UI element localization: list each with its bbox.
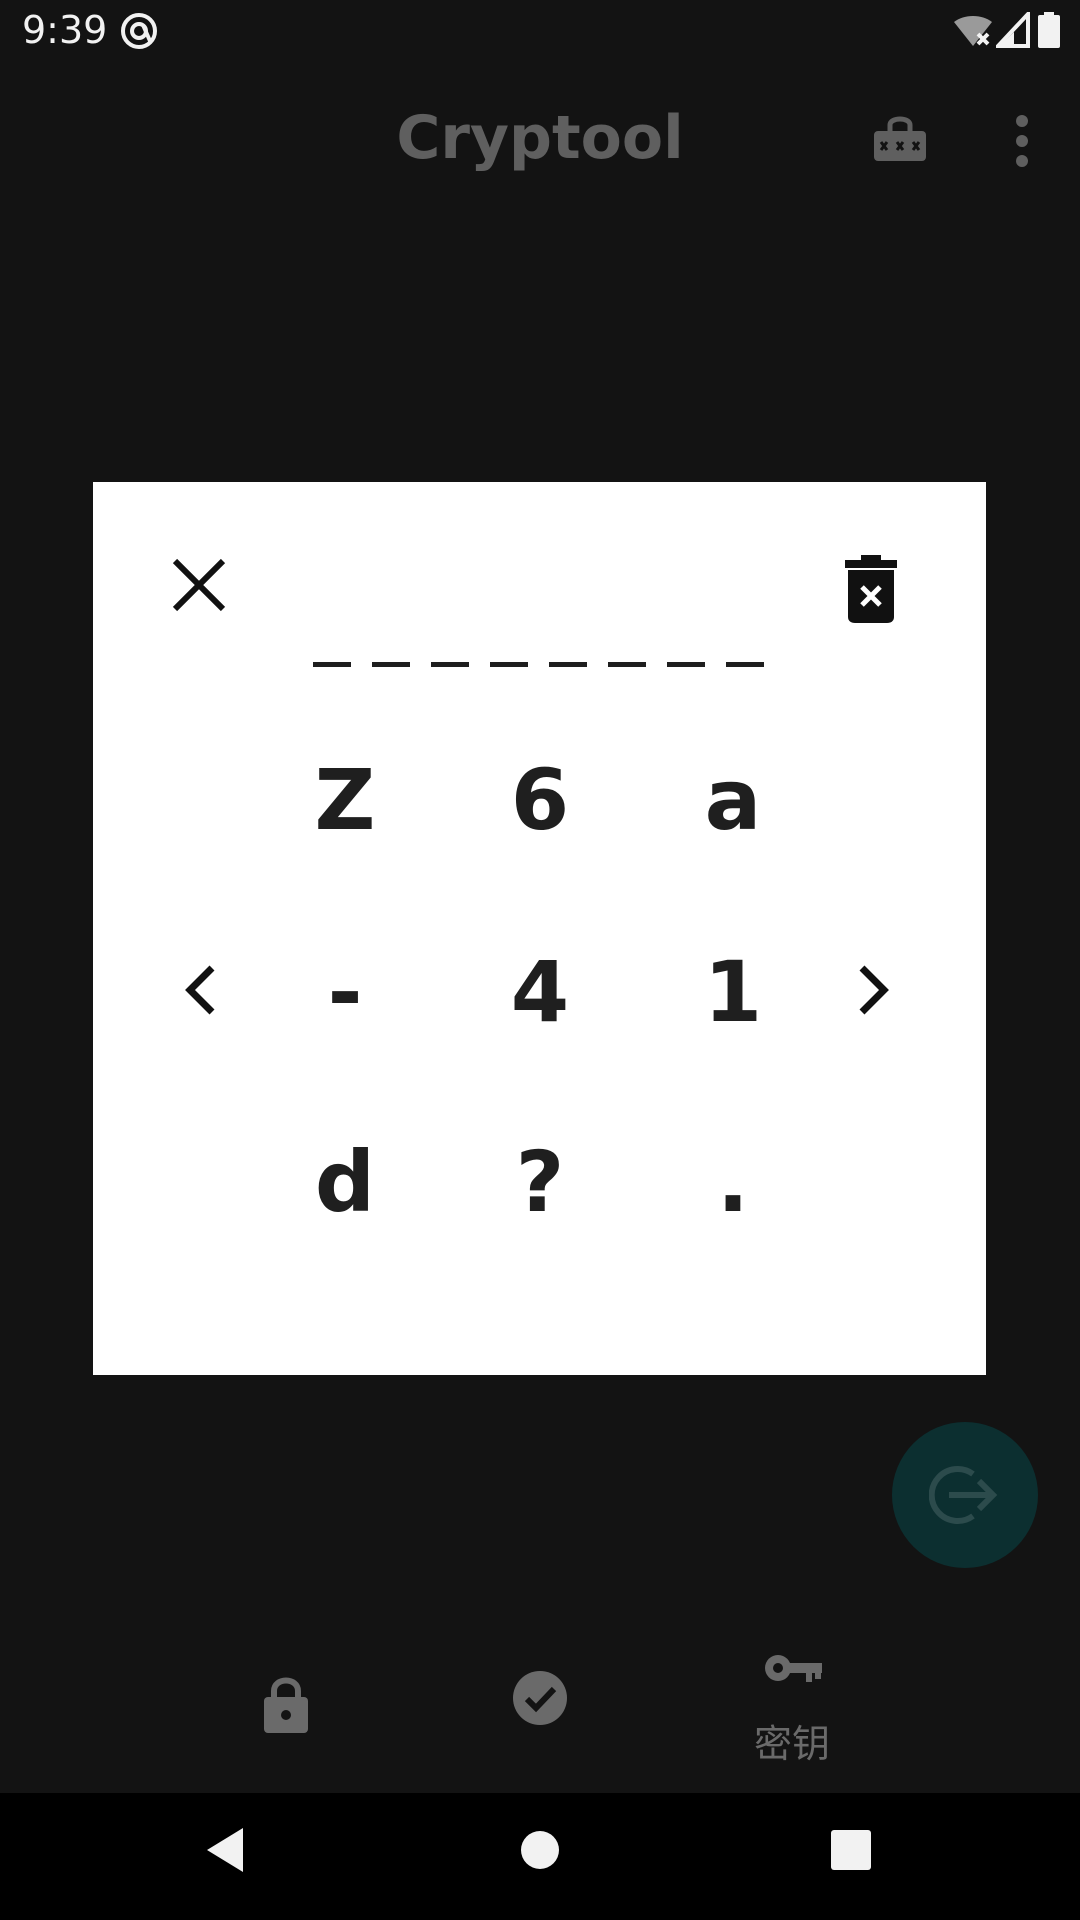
- screen: 9:39 Cryptool 密钥 Z 6 a - 4 1 d ? .: [0, 0, 1080, 1920]
- close-icon[interactable]: [171, 557, 227, 613]
- system-nav-bar: [0, 1793, 1080, 1920]
- pin-slots: [313, 662, 773, 674]
- status-time: 9:39: [22, 8, 108, 52]
- pin-slot: [726, 662, 764, 667]
- key-button[interactable]: d: [285, 1122, 405, 1242]
- logout-icon: [929, 1466, 998, 1524]
- nav-item-key[interactable]: 密钥: [702, 1625, 882, 1793]
- pin-slot: [313, 662, 351, 667]
- delete-forever-icon[interactable]: [845, 555, 897, 623]
- status-bar: 9:39: [0, 0, 1080, 63]
- key-button[interactable]: .: [673, 1122, 793, 1242]
- key-button[interactable]: ?: [480, 1122, 600, 1242]
- bottom-nav: 密钥: [0, 1625, 1080, 1793]
- key-button[interactable]: -: [285, 932, 405, 1052]
- battery-icon: [1038, 12, 1060, 48]
- app-bar: Cryptool: [0, 63, 1080, 218]
- key-button[interactable]: 1: [673, 932, 793, 1052]
- pin-slot: [549, 662, 587, 667]
- key-button[interactable]: a: [673, 740, 793, 860]
- key-button[interactable]: 6: [480, 740, 600, 860]
- lock-icon: [264, 1677, 308, 1733]
- nav-item-lock[interactable]: [196, 1625, 376, 1793]
- nav-item-key-label: 密钥: [753, 1722, 830, 1766]
- pin-slot: [372, 662, 410, 667]
- key-button[interactable]: Z: [285, 740, 405, 860]
- lock-password-icon[interactable]: [868, 109, 932, 173]
- chevron-left-icon[interactable]: [176, 960, 226, 1020]
- pin-dialog: Z 6 a - 4 1 d ? .: [93, 482, 986, 1375]
- signal-icon: [996, 12, 1030, 48]
- pin-slot: [431, 662, 469, 667]
- nav-item-verify[interactable]: [450, 1625, 630, 1793]
- home-icon[interactable]: [520, 1826, 560, 1874]
- logout-fab[interactable]: [892, 1422, 1038, 1568]
- key-button[interactable]: 4: [480, 932, 600, 1052]
- wifi-off-icon: [954, 16, 992, 46]
- back-icon[interactable]: [205, 1826, 245, 1874]
- pin-slot: [608, 662, 646, 667]
- key-icon: [765, 1655, 822, 1682]
- recents-icon[interactable]: [831, 1826, 871, 1874]
- pin-slot: [490, 662, 528, 667]
- pin-slot: [667, 662, 705, 667]
- at-sign-icon: [121, 13, 157, 49]
- check-circle-icon: [513, 1671, 567, 1725]
- chevron-right-icon[interactable]: [848, 960, 898, 1020]
- more-vert-icon[interactable]: [1002, 109, 1042, 173]
